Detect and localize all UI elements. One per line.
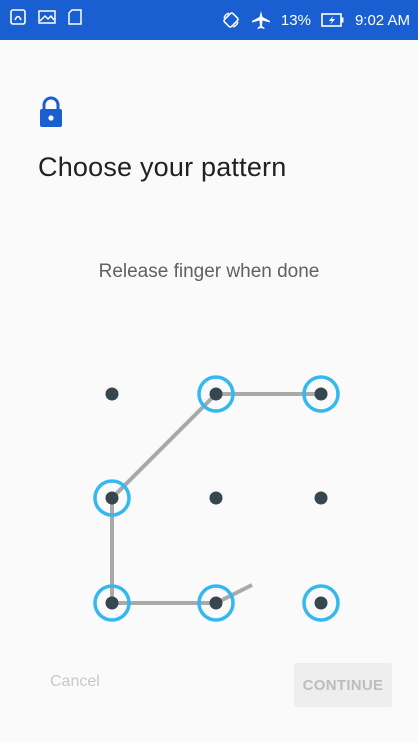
battery-percentage: 13%: [280, 11, 311, 29]
airplane-icon: [251, 10, 271, 30]
pattern-dot: [105, 596, 119, 610]
rotate-icon: [221, 10, 241, 30]
cancel-button[interactable]: Cancel: [50, 673, 100, 691]
continue-button[interactable]: CONTINUE: [294, 663, 392, 707]
pattern-dot: [105, 491, 119, 505]
pattern-node-1[interactable]: [105, 387, 119, 401]
pattern-setup-screen: Choose your pattern Release finger when …: [0, 40, 418, 742]
sd-card-icon: [68, 9, 82, 25]
clock: 9:02 AM: [354, 11, 410, 29]
pattern-dot: [105, 387, 119, 401]
nfc-icon: [10, 9, 26, 25]
image-icon: [38, 9, 56, 25]
pattern-dot: [314, 596, 328, 610]
pattern-grid[interactable]: [0, 40, 418, 742]
status-bar: 13% 9:02 AM: [0, 0, 418, 40]
battery-charging-icon: [321, 12, 345, 28]
pattern-line: [110, 392, 218, 500]
pattern-dot: [209, 491, 223, 505]
pattern-node-5[interactable]: [209, 491, 223, 505]
pattern-dot: [209, 596, 223, 610]
pattern-dot: [209, 387, 223, 401]
pattern-dot: [314, 387, 328, 401]
pattern-node-9[interactable]: [302, 584, 340, 622]
pattern-node-6[interactable]: [314, 491, 328, 505]
pattern-dot: [314, 491, 328, 505]
